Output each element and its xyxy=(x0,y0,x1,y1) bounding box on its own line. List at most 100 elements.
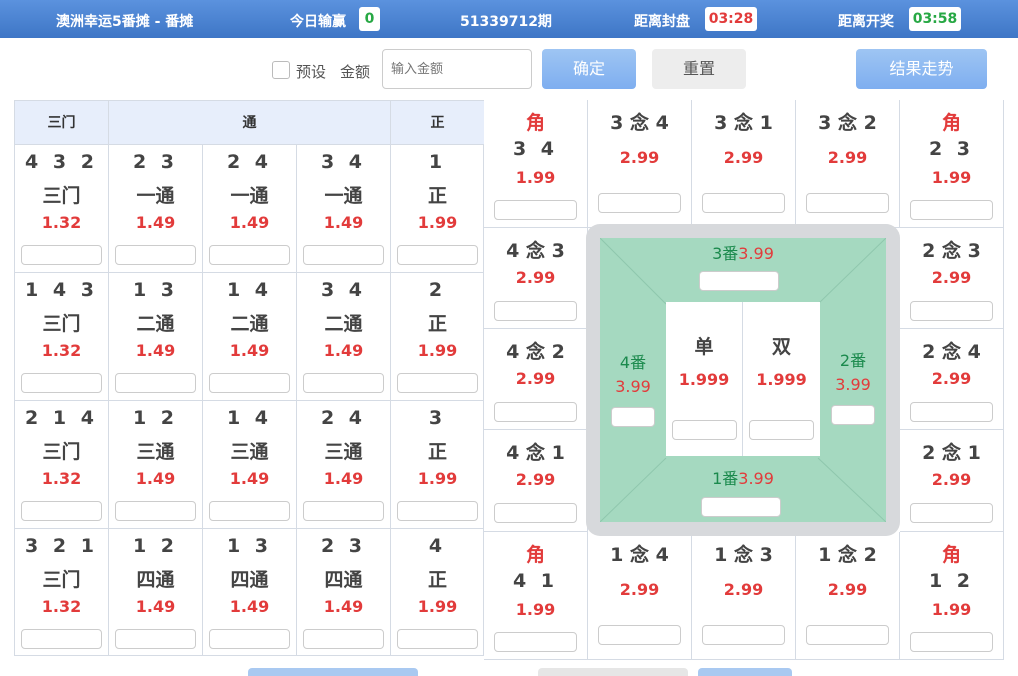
fan4-zone[interactable]: 4番 3.99 xyxy=(600,349,666,396)
header-sanmen: 三门 xyxy=(15,101,109,145)
bet-amount-box[interactable] xyxy=(910,632,993,652)
reset-button[interactable]: 重置 xyxy=(652,49,746,89)
bet-amount-box[interactable] xyxy=(21,245,102,265)
bet-cell[interactable]: 1 2 三通 1.49 xyxy=(109,401,203,529)
bet-cell[interactable]: 4 正 1.99 xyxy=(391,529,484,656)
bottom-button-blue[interactable] xyxy=(248,668,418,676)
bet-amount-box[interactable] xyxy=(115,245,196,265)
preset-checkbox[interactable] xyxy=(272,61,290,79)
nian-bet-cell[interactable]: 3 念 2 2.99 xyxy=(796,100,900,228)
trend-button[interactable]: 结果走势 xyxy=(856,49,987,89)
bet-cell[interactable]: 3 正 1.99 xyxy=(391,401,484,529)
bet-amount-box[interactable] xyxy=(115,373,196,393)
bet-amount-box[interactable] xyxy=(303,629,384,649)
corner-bet-cell[interactable]: 角 1 2 1.99 xyxy=(900,532,1004,660)
bet-amount-box[interactable] xyxy=(494,402,577,422)
bet-amount-box[interactable] xyxy=(910,200,993,220)
bet-cell[interactable]: 3 2 1 三门 1.32 xyxy=(15,529,109,656)
amount-input[interactable] xyxy=(382,49,532,89)
nian-bet-cell[interactable]: 1 念 4 2.99 xyxy=(588,532,692,660)
nian-bet-cell[interactable]: 1 念 3 2.99 xyxy=(692,532,796,660)
even-amount-box[interactable] xyxy=(749,420,814,440)
nian-bet-cell[interactable]: 2 念 4 2.99 xyxy=(900,329,1004,430)
nian-bet-cell[interactable]: 4 念 1 2.99 xyxy=(484,430,588,532)
bet-amount-box[interactable] xyxy=(397,501,478,521)
bet-amount-box[interactable] xyxy=(494,200,577,220)
bottom-button-gray[interactable] xyxy=(538,668,688,676)
nian-bet-cell[interactable]: 2 念 1 2.99 xyxy=(900,430,1004,532)
bet-cell[interactable]: 1 正 1.99 xyxy=(391,145,484,273)
bet-amount-box[interactable] xyxy=(702,625,785,645)
nian-bet-cell[interactable]: 4 念 3 2.99 xyxy=(484,228,588,329)
bet-amount-box[interactable] xyxy=(21,373,102,393)
bet-cell[interactable]: 1 3 四通 1.49 xyxy=(203,529,297,656)
corner-numbers: 3 4 xyxy=(512,138,559,160)
bet-cell[interactable]: 1 4 3 三门 1.32 xyxy=(15,273,109,401)
confirm-button[interactable]: 确定 xyxy=(542,49,636,89)
bet-cell[interactable]: 2 1 4 三门 1.32 xyxy=(15,401,109,529)
fan3-amount-box[interactable] xyxy=(699,271,779,291)
bet-amount-box[interactable] xyxy=(21,501,102,521)
bet-amount-box[interactable] xyxy=(806,625,889,645)
bet-amount-box[interactable] xyxy=(494,503,577,523)
bet-amount-box[interactable] xyxy=(910,301,993,321)
bet-cell[interactable]: 2 4 一通 1.49 xyxy=(203,145,297,273)
bet-amount-box[interactable] xyxy=(303,501,384,521)
odd-label: 单 xyxy=(694,336,714,358)
bet-cell[interactable]: 3 4 一通 1.49 xyxy=(297,145,391,273)
bet-cell[interactable]: 4 3 2 三门 1.32 xyxy=(15,145,109,273)
bet-amount-box[interactable] xyxy=(303,373,384,393)
bet-cell[interactable]: 2 3 四通 1.49 xyxy=(297,529,391,656)
fan1-amount-box[interactable] xyxy=(701,497,781,517)
bet-cell[interactable]: 2 4 三通 1.49 xyxy=(297,401,391,529)
bet-cell[interactable]: 1 4 三通 1.49 xyxy=(203,401,297,529)
bet-name: 三门 xyxy=(42,185,81,207)
bet-amount-box[interactable] xyxy=(209,245,290,265)
bet-amount-box[interactable] xyxy=(303,245,384,265)
corner-bet-cell[interactable]: 角 2 3 1.99 xyxy=(900,100,1004,228)
bet-amount-box[interactable] xyxy=(910,402,993,422)
bet-amount-box[interactable] xyxy=(115,629,196,649)
bet-amount-box[interactable] xyxy=(702,193,785,213)
bet-amount-box[interactable] xyxy=(598,625,681,645)
fan2-amount-box[interactable] xyxy=(831,405,875,425)
even-bet-cell[interactable]: 双 1.999 xyxy=(743,302,820,456)
bet-amount-box[interactable] xyxy=(598,193,681,213)
bet-amount-box[interactable] xyxy=(910,503,993,523)
bet-cell[interactable]: 3 4 二通 1.49 xyxy=(297,273,391,401)
bet-amount-box[interactable] xyxy=(209,373,290,393)
nian-bet-cell[interactable]: 1 念 2 2.99 xyxy=(796,532,900,660)
bet-cell[interactable]: 1 3 二通 1.49 xyxy=(109,273,203,401)
corner-bet-cell[interactable]: 角 3 4 1.99 xyxy=(484,100,588,228)
bet-amount-box[interactable] xyxy=(21,629,102,649)
fan2-zone[interactable]: 2番 3.99 xyxy=(820,347,886,394)
nian-bet-cell[interactable]: 2 念 3 2.99 xyxy=(900,228,1004,329)
fan4-odds: 3.99 xyxy=(615,377,651,396)
bet-amount-box[interactable] xyxy=(494,301,577,321)
bet-amount-box[interactable] xyxy=(209,629,290,649)
odd-amount-box[interactable] xyxy=(672,420,737,440)
bet-amount-box[interactable] xyxy=(209,501,290,521)
nian-bet-cell[interactable]: 4 念 2 2.99 xyxy=(484,329,588,430)
bet-name: 三门 xyxy=(42,313,81,335)
bet-name: 一通 xyxy=(324,185,363,207)
bet-amount-box[interactable] xyxy=(115,501,196,521)
bet-amount-box[interactable] xyxy=(397,245,478,265)
bottom-button-blue-2[interactable] xyxy=(698,668,792,676)
fan4-amount-box[interactable] xyxy=(611,407,655,427)
bet-cell[interactable]: 2 3 一通 1.49 xyxy=(109,145,203,273)
odd-bet-cell[interactable]: 单 1.999 xyxy=(666,302,743,456)
bet-cell[interactable]: 1 2 四通 1.49 xyxy=(109,529,203,656)
fan1-zone[interactable]: 1番3.99 xyxy=(586,465,900,489)
bet-amount-box[interactable] xyxy=(397,373,478,393)
bet-amount-box[interactable] xyxy=(397,629,478,649)
bet-odds: 2.99 xyxy=(931,268,972,287)
bet-amount-box[interactable] xyxy=(494,632,577,652)
bet-cell[interactable]: 2 正 1.99 xyxy=(391,273,484,401)
corner-bet-cell[interactable]: 角 4 1 1.99 xyxy=(484,532,588,660)
fan3-zone[interactable]: 3番3.99 xyxy=(586,240,900,264)
bet-cell[interactable]: 1 4 二通 1.49 xyxy=(203,273,297,401)
bet-amount-box[interactable] xyxy=(806,193,889,213)
nian-bet-cell[interactable]: 3 念 4 2.99 xyxy=(588,100,692,228)
nian-bet-cell[interactable]: 3 念 1 2.99 xyxy=(692,100,796,228)
